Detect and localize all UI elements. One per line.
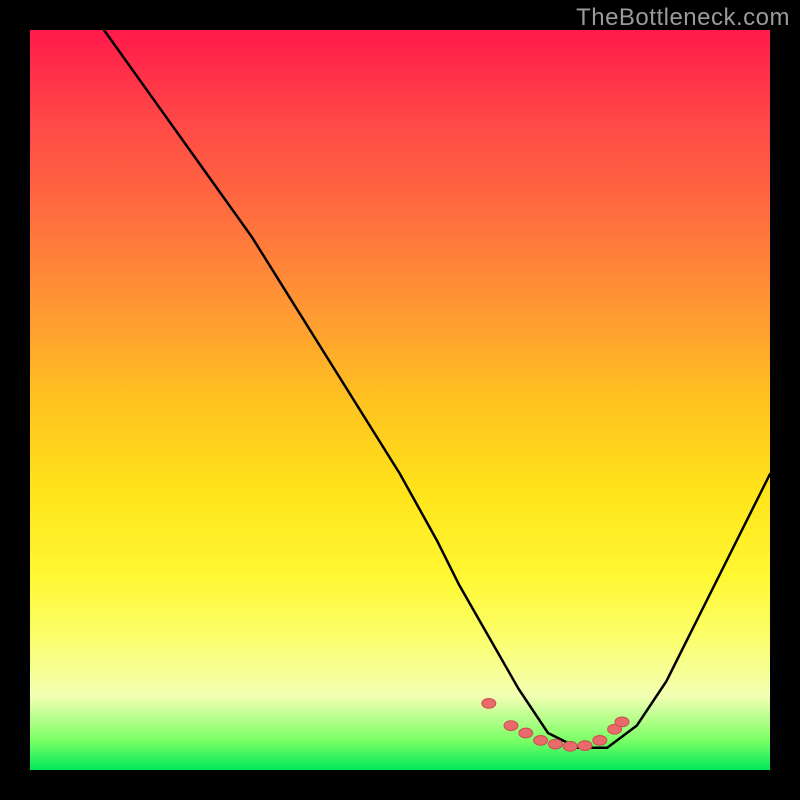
optimal-dot [519, 728, 533, 738]
curve-group [104, 30, 770, 751]
bottleneck-curve [104, 30, 770, 748]
optimal-range-dots [482, 699, 629, 752]
optimal-dot [563, 741, 577, 751]
optimal-dot [593, 736, 607, 746]
chart-frame: TheBottleneck.com [0, 0, 800, 800]
bottleneck-curve-svg [30, 30, 770, 770]
optimal-dot [534, 736, 548, 746]
optimal-dot [615, 717, 629, 727]
optimal-dot [482, 699, 496, 709]
optimal-dot [548, 739, 562, 749]
watermark-text: TheBottleneck.com [576, 4, 790, 32]
optimal-dot [578, 741, 592, 751]
optimal-dot [504, 721, 518, 731]
plot-area [30, 30, 770, 770]
